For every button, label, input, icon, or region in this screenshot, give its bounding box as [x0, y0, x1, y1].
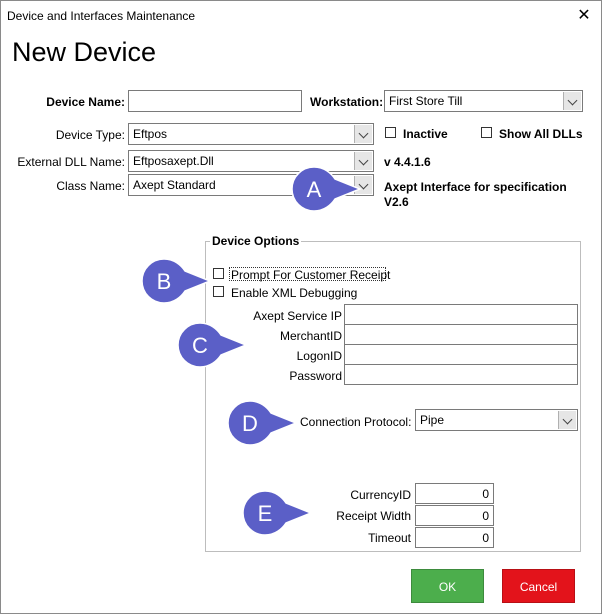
device-type-value: Eftpos — [133, 127, 168, 141]
connection-protocol-select[interactable]: Pipe — [415, 409, 578, 431]
workstation-label: Workstation: — [310, 95, 384, 109]
callout-a: A — [291, 166, 363, 212]
page-title: New Device — [12, 37, 157, 67]
password-input[interactable] — [344, 364, 578, 385]
window-title: Device and Interfaces Maintenance — [7, 9, 196, 23]
dialog-window: Device and Interfaces Maintenance ✕ New … — [0, 0, 602, 614]
device-options-legend: Device Options — [212, 234, 300, 248]
callout-e: E — [242, 490, 314, 536]
password-label: Password — [289, 369, 342, 383]
xml-debug-checkbox[interactable] — [213, 286, 224, 297]
currency-id-input[interactable]: 0 — [415, 483, 494, 504]
chevron-down-icon[interactable] — [354, 125, 372, 143]
callout-b-label: B — [156, 269, 172, 294]
class-name-value: Axept Standard — [133, 178, 216, 192]
currency-id-label: CurrencyID — [350, 488, 411, 502]
show-all-dlls-checkbox[interactable] — [481, 127, 492, 138]
device-name-input[interactable] — [128, 90, 302, 112]
callout-d-label: D — [242, 411, 258, 436]
merchant-id-input[interactable] — [344, 324, 578, 345]
merchant-id-label: MerchantID — [279, 329, 342, 343]
inactive-checkbox[interactable] — [385, 127, 396, 138]
prompt-receipt-label: Prompt For Customer Receipt — [231, 268, 391, 282]
callout-b: B — [141, 258, 213, 304]
xml-debug-label: Enable XML Debugging — [231, 286, 358, 300]
connection-protocol-value: Pipe — [420, 413, 445, 427]
receipt-width-label: Receipt Width — [336, 509, 411, 523]
timeout-input[interactable]: 0 — [415, 527, 494, 548]
service-ip-label: Axept Service IP — [253, 309, 342, 323]
chevron-down-icon[interactable] — [558, 411, 576, 429]
cancel-button[interactable]: Cancel — [502, 569, 575, 603]
connection-protocol-label: Connection Protocol: — [300, 415, 412, 429]
callout-d: D — [227, 400, 299, 446]
title-bar: Device and Interfaces Maintenance ✕ — [1, 1, 601, 31]
receipt-width-input[interactable]: 0 — [415, 505, 494, 526]
chevron-down-icon[interactable] — [563, 92, 581, 110]
prompt-receipt-checkbox[interactable] — [213, 268, 224, 279]
ok-button[interactable]: OK — [411, 569, 484, 603]
workstation-value: First Store Till — [389, 94, 463, 108]
close-icon[interactable]: ✕ — [572, 5, 596, 27]
device-name-label: Device Name: — [46, 95, 125, 109]
logon-id-label: LogonID — [296, 349, 342, 363]
dll-version: v 4.4.1.6 — [384, 155, 431, 169]
class-description: Axept Interface for specification V2.6 — [384, 180, 567, 209]
device-type-label: Device Type: — [55, 128, 125, 142]
callout-a-label: A — [306, 177, 322, 202]
inactive-label: Inactive — [403, 127, 448, 141]
service-ip-input[interactable] — [344, 304, 578, 325]
callout-c: C — [177, 322, 249, 368]
workstation-select[interactable]: First Store Till — [384, 90, 583, 112]
external-dll-value: Eftposaxept.Dll — [133, 154, 214, 168]
callout-e-label: E — [257, 501, 273, 526]
logon-id-input[interactable] — [344, 344, 578, 365]
external-dll-label: External DLL Name: — [17, 155, 125, 169]
device-type-select[interactable]: Eftpos — [128, 123, 374, 145]
class-name-label: Class Name: — [56, 179, 125, 193]
chevron-down-icon[interactable] — [354, 176, 372, 194]
show-all-dlls-label: Show All DLLs — [499, 127, 583, 141]
timeout-label: Timeout — [368, 531, 411, 545]
chevron-down-icon[interactable] — [354, 152, 372, 170]
callout-c-label: C — [192, 333, 208, 358]
